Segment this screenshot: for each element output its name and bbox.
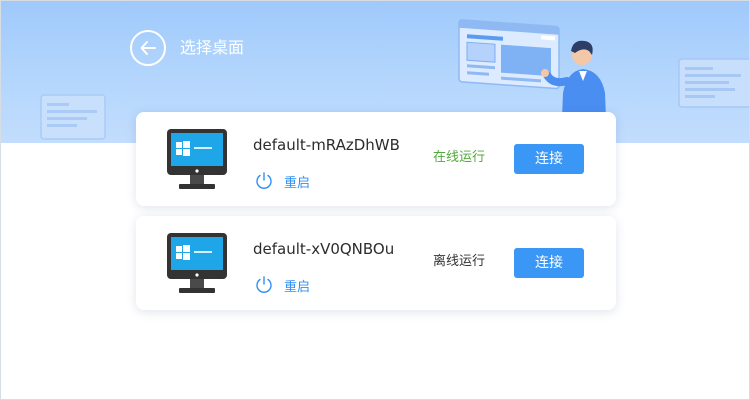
power-icon bbox=[256, 276, 272, 293]
connect-button[interactable]: 连接 bbox=[514, 248, 584, 278]
connect-button[interactable]: 连接 bbox=[514, 144, 584, 174]
window-frame: 选择桌面 default-mRAzDhWB 重启 在线运行 连接 default… bbox=[0, 0, 750, 400]
power-icon bbox=[256, 172, 272, 189]
desktop-name: default-mRAzDhWB bbox=[253, 136, 400, 154]
windows-monitor-icon bbox=[167, 129, 227, 189]
restart-label: 重启 bbox=[284, 175, 311, 191]
desktop-name: default-xV0QNBOu bbox=[253, 240, 395, 258]
status-text: 离线运行 bbox=[433, 254, 486, 269]
decorative-screen-icon bbox=[40, 94, 106, 140]
back-button[interactable] bbox=[130, 30, 166, 66]
arrow-left-icon bbox=[140, 41, 156, 55]
page-title: 选择桌面 bbox=[180, 38, 245, 57]
restart-button[interactable]: 重启 bbox=[254, 274, 310, 296]
status-text: 在线运行 bbox=[433, 150, 486, 165]
decorative-screen-icon bbox=[678, 58, 749, 108]
desktop-card: default-mRAzDhWB 重启 在线运行 连接 bbox=[136, 112, 616, 206]
windows-monitor-icon bbox=[167, 233, 227, 293]
restart-label: 重启 bbox=[284, 279, 311, 295]
desktop-card: default-xV0QNBOu 重启 离线运行 连接 bbox=[136, 216, 616, 310]
restart-button[interactable]: 重启 bbox=[254, 170, 310, 192]
